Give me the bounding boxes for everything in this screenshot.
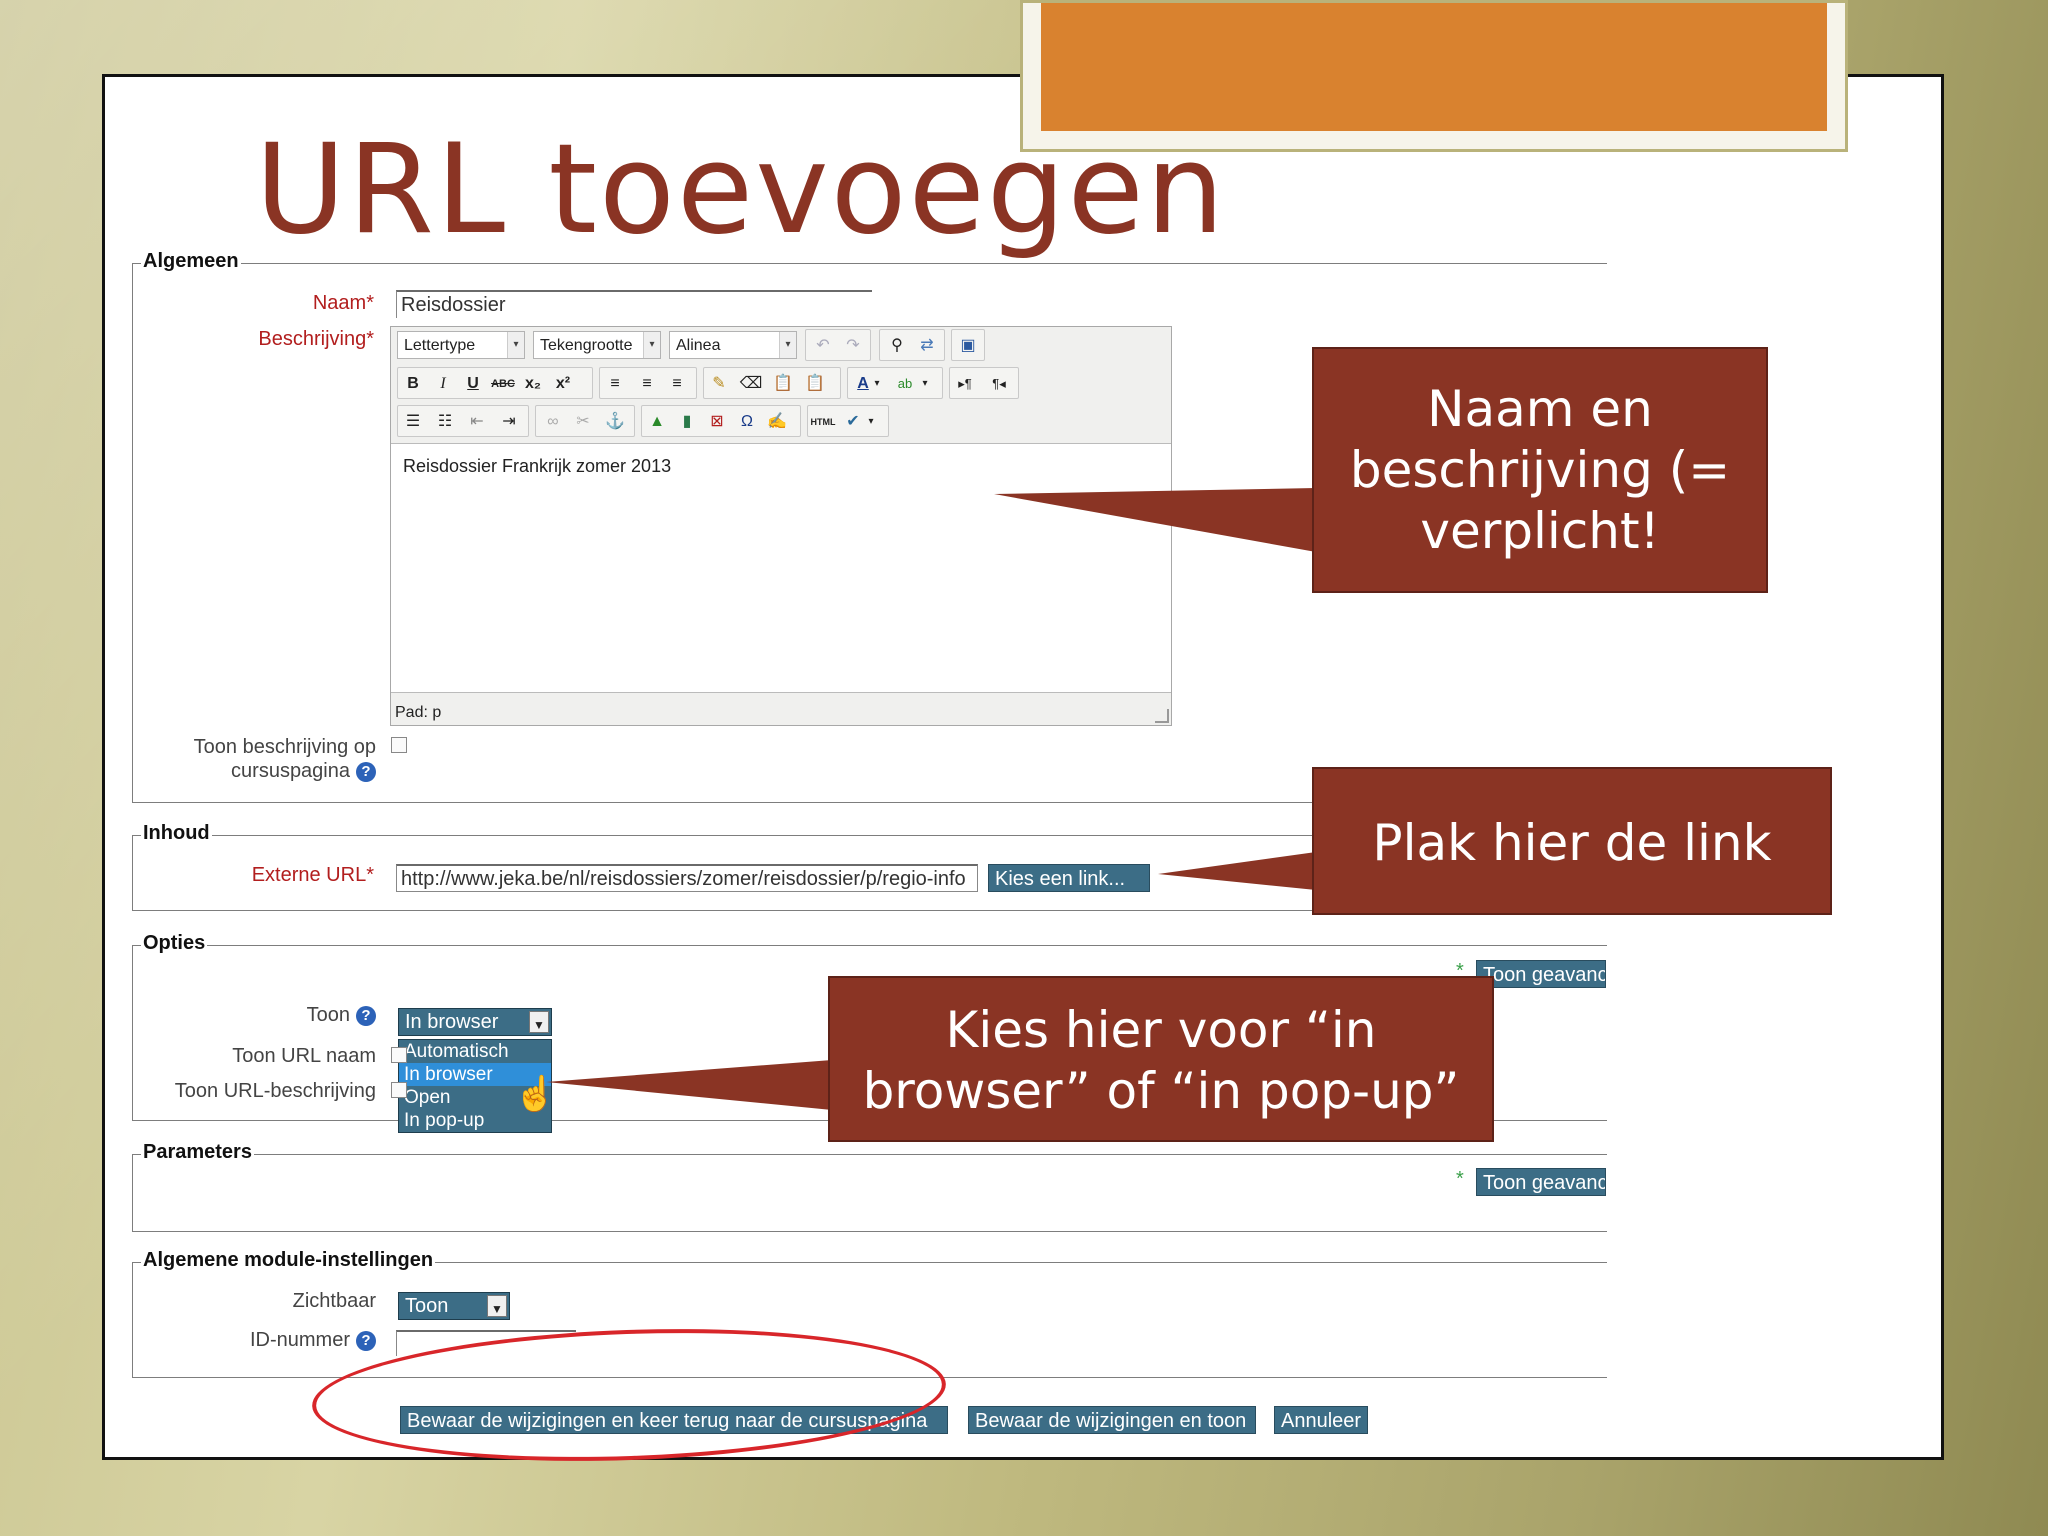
callout-line: beschrijving (= xyxy=(1349,441,1731,499)
callout-paste-link: Plak hier de link xyxy=(1312,767,1832,915)
callout-pointer-name xyxy=(994,488,1316,552)
callout-pointer-display xyxy=(546,1060,832,1110)
callout-line: Naam en xyxy=(1427,380,1653,438)
callout-line: verplicht! xyxy=(1420,502,1660,560)
callout-line: browser” of “in pop-up” xyxy=(862,1062,1460,1120)
callout-name-description: Naam en beschrijving (= verplicht! xyxy=(1312,347,1768,593)
callout-pointer-link xyxy=(1158,852,1316,890)
callout-line: Kies hier voor “in xyxy=(945,1001,1377,1059)
callout-choose-display: Kies hier voor “in browser” of “in pop-u… xyxy=(828,976,1494,1142)
